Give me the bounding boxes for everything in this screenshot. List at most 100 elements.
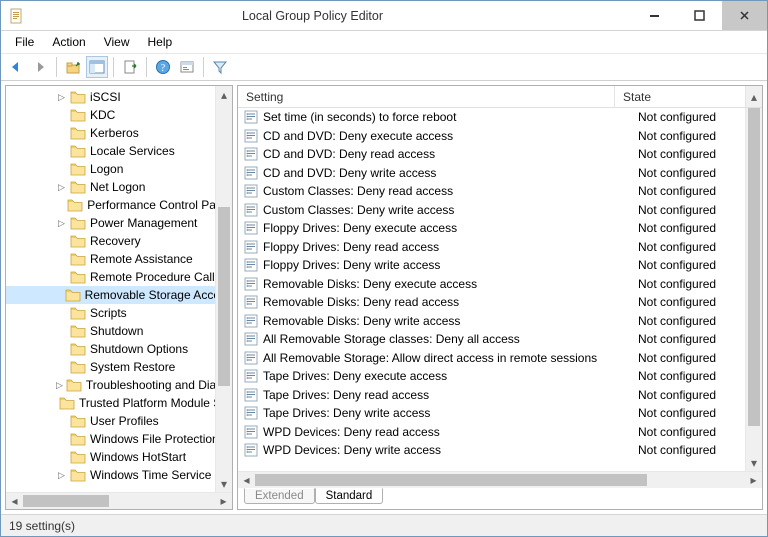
scroll-right-icon[interactable]: ▸ (745, 472, 762, 488)
list-row[interactable]: Floppy Drives: Deny read accessNot confi… (238, 238, 762, 257)
setting-name: WPD Devices: Deny read access (263, 425, 632, 439)
folder-icon (59, 396, 75, 410)
menu-view[interactable]: View (96, 33, 138, 51)
setting-state: Not configured (632, 406, 762, 420)
tree-item[interactable]: ▷Net Logon (6, 178, 232, 196)
folder-icon (70, 306, 86, 320)
expander-icon[interactable]: ▷ (56, 182, 67, 193)
export-button[interactable] (119, 56, 141, 78)
minimize-button[interactable] (632, 1, 677, 30)
tree-item-label: Logon (90, 162, 123, 176)
tree-item[interactable]: Removable Storage Access (6, 286, 232, 304)
scroll-left-icon[interactable]: ◂ (238, 472, 255, 488)
setting-name: Removable Disks: Deny write access (263, 314, 632, 328)
settings-list[interactable]: Set time (in seconds) to force rebootNot… (238, 108, 762, 471)
list-row[interactable]: WPD Devices: Deny write accessNot config… (238, 441, 762, 460)
filter-button[interactable] (209, 56, 231, 78)
tree-horizontal-scrollbar[interactable]: ◂ ▸ (6, 492, 232, 509)
tree-item[interactable]: Remote Assistance (6, 250, 232, 268)
expander-icon (56, 110, 67, 121)
help-button[interactable]: ? (152, 56, 174, 78)
list-row[interactable]: Set time (in seconds) to force rebootNot… (238, 108, 762, 127)
tab-extended[interactable]: Extended (244, 488, 315, 504)
close-button[interactable] (722, 1, 767, 30)
folder-icon (70, 414, 86, 428)
scroll-down-icon[interactable]: ▾ (746, 454, 762, 471)
tree-item[interactable]: Logon (6, 160, 232, 178)
list-row[interactable]: Removable Disks: Deny write accessNot co… (238, 312, 762, 331)
scroll-left-icon[interactable]: ◂ (6, 493, 23, 509)
list-row[interactable]: All Removable Storage: Allow direct acce… (238, 349, 762, 368)
tree-item[interactable]: Remote Procedure Call (6, 268, 232, 286)
tree-item[interactable]: ▷Troubleshooting and Diagnostics (6, 376, 232, 394)
tree-item[interactable]: Recovery (6, 232, 232, 250)
menu-help[interactable]: Help (140, 33, 181, 51)
expander-icon (56, 200, 64, 211)
tree-vertical-scrollbar[interactable]: ▴ ▾ (215, 86, 232, 492)
tree-item[interactable]: ▷Windows Time Service (6, 466, 232, 484)
list-row[interactable]: Removable Disks: Deny execute accessNot … (238, 275, 762, 294)
tree-item[interactable]: Windows HotStart (6, 448, 232, 466)
forward-button[interactable] (29, 56, 51, 78)
list-row[interactable]: WPD Devices: Deny read accessNot configu… (238, 423, 762, 442)
list-vertical-scrollbar[interactable]: ▾ (745, 108, 762, 471)
column-header-setting[interactable]: Setting (238, 86, 614, 107)
list-row[interactable]: Custom Classes: Deny write accessNot con… (238, 201, 762, 220)
up-button[interactable] (62, 56, 84, 78)
tree-item[interactable]: KDC (6, 106, 232, 124)
list-row[interactable]: Removable Disks: Deny read accessNot con… (238, 293, 762, 312)
properties-button[interactable] (176, 56, 198, 78)
folder-icon (70, 360, 86, 374)
list-row[interactable]: CD and DVD: Deny write accessNot configu… (238, 164, 762, 183)
tree-item[interactable]: ▷Power Management (6, 214, 232, 232)
list-row[interactable]: Tape Drives: Deny write accessNot config… (238, 404, 762, 423)
policy-icon (244, 110, 258, 124)
setting-name: All Removable Storage: Allow direct acce… (263, 351, 632, 365)
list-row[interactable]: CD and DVD: Deny read accessNot configur… (238, 145, 762, 164)
setting-state: Not configured (632, 166, 762, 180)
tree-item[interactable]: Locale Services (6, 142, 232, 160)
show-tree-button[interactable] (86, 56, 108, 78)
expander-icon (56, 164, 67, 175)
tree-item[interactable]: Windows File Protection (6, 430, 232, 448)
list-row[interactable]: Floppy Drives: Deny write accessNot conf… (238, 256, 762, 275)
scroll-right-icon[interactable]: ▸ (215, 493, 232, 509)
list-row[interactable]: Tape Drives: Deny execute accessNot conf… (238, 367, 762, 386)
menu-file[interactable]: File (7, 33, 42, 51)
list-row[interactable]: Custom Classes: Deny read accessNot conf… (238, 182, 762, 201)
expander-icon[interactable]: ▷ (56, 218, 67, 229)
setting-state: Not configured (632, 369, 762, 383)
tree-item[interactable]: Scripts (6, 304, 232, 322)
scroll-up-icon[interactable]: ▴ (216, 86, 232, 103)
expander-icon (56, 434, 67, 445)
expander-icon[interactable]: ▷ (56, 380, 63, 391)
tab-standard[interactable]: Standard (315, 488, 384, 504)
tree-item[interactable]: Kerberos (6, 124, 232, 142)
maximize-button[interactable] (677, 1, 722, 30)
list-row[interactable]: Floppy Drives: Deny execute accessNot co… (238, 219, 762, 238)
column-header-state[interactable]: State (615, 86, 745, 107)
tree-item[interactable]: Performance Control Panel (6, 196, 232, 214)
tree-item[interactable]: Shutdown (6, 322, 232, 340)
expander-icon[interactable]: ▷ (56, 470, 67, 481)
folder-icon (70, 324, 86, 338)
setting-name: Removable Disks: Deny execute access (263, 277, 632, 291)
tree-item-label: Scripts (90, 306, 127, 320)
policy-icon (244, 425, 258, 439)
tree-item[interactable]: User Profiles (6, 412, 232, 430)
tree-item[interactable]: Shutdown Options (6, 340, 232, 358)
back-button[interactable] (5, 56, 27, 78)
tree-item[interactable]: ▷iSCSI (6, 88, 232, 106)
list-row[interactable]: CD and DVD: Deny execute accessNot confi… (238, 127, 762, 146)
tree[interactable]: ▷iSCSIKDCKerberosLocale Services Logon ▷Ne… (6, 86, 232, 492)
expander-icon[interactable]: ▷ (56, 92, 67, 103)
setting-state: Not configured (632, 147, 762, 161)
menu-action[interactable]: Action (44, 33, 93, 51)
tree-item[interactable]: System Restore (6, 358, 232, 376)
scroll-down-icon[interactable]: ▾ (216, 475, 232, 492)
list-row[interactable]: Tape Drives: Deny read accessNot configu… (238, 386, 762, 405)
list-horizontal-scrollbar[interactable]: ◂ ▸ (238, 471, 762, 488)
list-row[interactable]: All Removable Storage classes: Deny all … (238, 330, 762, 349)
tree-item[interactable]: Trusted Platform Module Services (6, 394, 232, 412)
tab-strip: Extended Standard (238, 488, 762, 509)
